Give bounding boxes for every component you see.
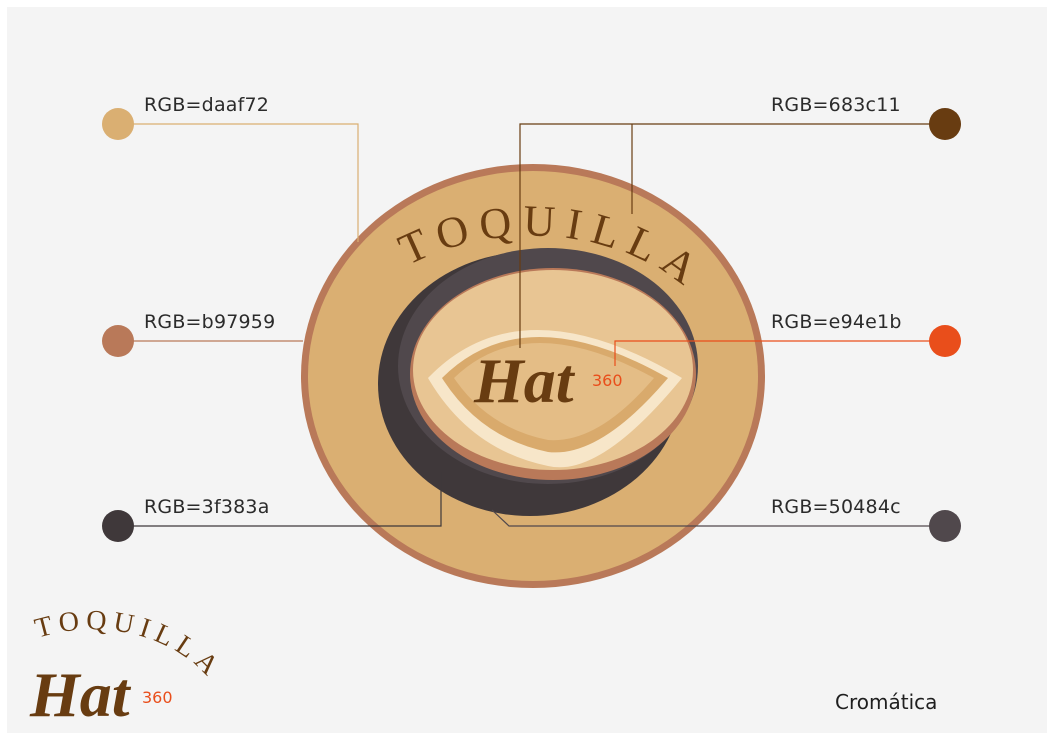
label-b97959: RGB=b97959 [144,311,276,333]
logo-script-text: Hat [473,345,576,416]
label-e94e1b: RGB=e94e1b [771,311,902,333]
swatch-3f383a [102,510,134,542]
label-daaf72: RGB=daaf72 [144,94,270,116]
label-683c11: RGB=683c11 [771,94,901,116]
swatch-daaf72 [102,108,134,140]
small-logo-number-text: 360 [142,688,173,707]
swatch-50484c [929,510,961,542]
swatch-b97959 [102,325,134,357]
label-3f383a: RGB=3f383a [144,496,270,518]
swatch-683c11 [929,108,961,140]
small-logo-script-text: Hat [29,659,132,730]
label-50484c: RGB=50484c [771,496,901,518]
logo-number-text: 360 [592,371,623,390]
swatch-e94e1b [929,325,961,357]
page-title: Cromática [835,690,938,714]
connector-daaf72 [118,123,359,242]
